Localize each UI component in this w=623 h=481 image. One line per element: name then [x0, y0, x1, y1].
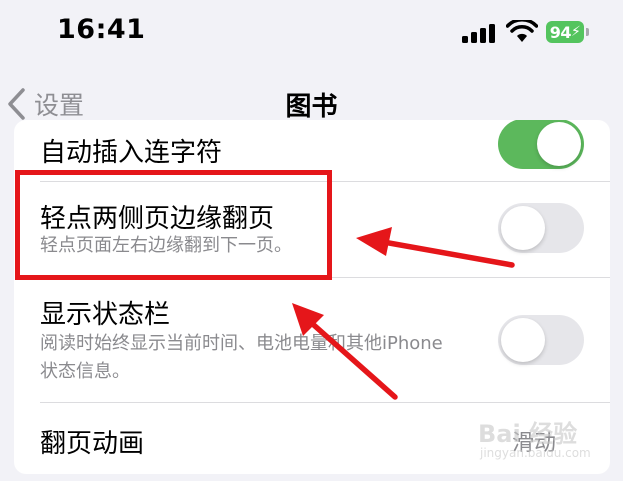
toggle-knob	[501, 318, 545, 362]
toggle-knob	[537, 122, 581, 166]
status-bar: 16:41 94 ⚡	[0, 0, 623, 68]
setting-row-auto-hyphenation: 自动插入连字符	[14, 120, 610, 182]
setting-row-status-bar: 显示状态栏 阅读时始终显示当前时间、电池电量和其他iPhone状态信息。	[14, 278, 610, 402]
tap-edges-toggle[interactable]	[498, 203, 584, 253]
setting-row-page-animation[interactable]: 翻页动画 滑动	[14, 403, 610, 474]
bolt-icon: ⚡	[570, 24, 581, 40]
setting-subtitle-tap-edges: 轻点页面左右边缘翻到下一页。	[40, 235, 292, 256]
setting-title-tap-edges: 轻点两侧页边缘翻页	[40, 204, 275, 234]
setting-row-tap-edges: 轻点两侧页边缘翻页 轻点页面左右边缘翻到下一页。	[14, 182, 610, 278]
toggle-knob	[501, 206, 545, 250]
battery-cap	[586, 28, 589, 36]
battery-level-text: 94	[549, 22, 572, 42]
settings-card: 自动插入连字符 轻点两侧页边缘翻页 轻点页面左右边缘翻到下一页。 显示状态栏 阅…	[14, 120, 610, 474]
battery-charging-icon: 94 ⚡	[546, 21, 590, 45]
auto-hyphenation-toggle[interactable]	[498, 120, 584, 169]
setting-title-status-bar: 显示状态栏	[40, 300, 171, 330]
setting-subtitle-status-bar: 阅读时始终显示当前时间、电池电量和其他iPhone状态信息。	[40, 333, 443, 382]
status-bar-toggle[interactable]	[498, 315, 584, 365]
page-title: 图书	[285, 92, 338, 122]
cellular-signal-icon	[462, 24, 495, 43]
setting-title-auto-hyphenation: 自动插入连字符	[40, 138, 223, 168]
page-animation-value: 滑动	[512, 431, 557, 456]
status-time: 16:41	[57, 14, 146, 45]
wifi-icon	[506, 20, 538, 42]
battery-level: 94 ⚡	[546, 21, 584, 43]
setting-title-page-animation: 翻页动画	[40, 429, 145, 459]
